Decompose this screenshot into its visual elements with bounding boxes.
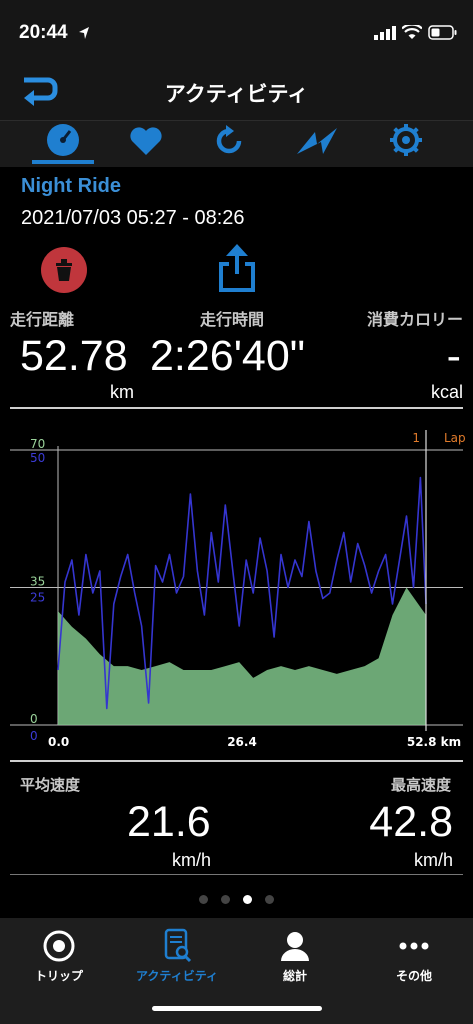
battery-icon: [428, 25, 457, 40]
elevation-tick-label: 35: [30, 575, 45, 589]
lap-number: 1: [412, 431, 420, 445]
more-icon: [399, 942, 429, 950]
home-indicator: [152, 1006, 322, 1011]
max-speed-label: 最高速度: [390, 776, 451, 794]
speed-tick-label: 25: [30, 591, 45, 605]
tab-gear[interactable]: [389, 123, 423, 157]
person-icon: [281, 932, 309, 961]
ride-name: Night Ride: [21, 175, 121, 197]
tab-heart-rate[interactable]: [128, 125, 164, 157]
time-label: 走行時間: [200, 310, 265, 329]
divider: [10, 760, 463, 762]
calories-unit: kcal: [430, 382, 463, 402]
x-tick-label: 0.0: [48, 735, 69, 749]
lightning-icon: [297, 128, 337, 154]
location-arrow-icon: [79, 27, 89, 39]
tab-cadence[interactable]: [212, 124, 246, 158]
avg-speed-unit: km/h: [172, 850, 212, 870]
share-button[interactable]: [217, 242, 257, 294]
status-time: 20:44: [19, 22, 68, 43]
rotate-icon: [216, 125, 242, 154]
max-speed-value: 42.8: [369, 798, 453, 846]
wifi-icon: [402, 25, 422, 39]
divider: [10, 874, 463, 875]
time-value: 2:26'40": [150, 332, 305, 380]
elevation-tick-label: 0: [30, 712, 38, 726]
nav-activity[interactable]: アクティビティ: [118, 928, 236, 984]
delete-button[interactable]: [40, 246, 88, 294]
nav-trip-label: トリップ: [34, 969, 83, 983]
target-icon: [43, 930, 75, 962]
speed-tick-label: 0: [30, 729, 38, 743]
tab-speed[interactable]: [44, 123, 82, 157]
nav-trip[interactable]: トリップ: [0, 928, 118, 984]
nav-total[interactable]: 総計: [236, 928, 354, 984]
nav-more-label: その他: [395, 969, 432, 983]
x-tick-label: 52.8 km: [407, 735, 461, 749]
distance-label: 走行距離: [10, 310, 75, 329]
distance-value: 52.78: [20, 332, 128, 380]
nav-total-label: 総計: [282, 969, 307, 983]
speedometer-icon: [47, 124, 79, 156]
gear-icon: [390, 124, 422, 156]
elevation-speed-chart: 1 Lap 70 35 0 50 25 0 0.0 26.4 52.8 km: [10, 430, 466, 749]
signal-icon: [374, 26, 396, 40]
heart-icon: [130, 127, 162, 155]
calories-value: -: [446, 332, 461, 380]
nav-more[interactable]: その他: [355, 928, 473, 984]
max-speed-unit: km/h: [413, 850, 453, 870]
activity-doc-icon: [164, 928, 192, 963]
divider: [10, 407, 463, 409]
page-dot[interactable]: [265, 895, 274, 904]
page-title: アクティビティ: [164, 82, 309, 106]
tab-power[interactable]: [295, 126, 341, 156]
page-dot[interactable]: [221, 895, 230, 904]
distance-unit: km: [110, 382, 134, 402]
calories-label: 消費カロリー: [366, 310, 463, 329]
nav-activity-label: アクティビティ: [136, 969, 218, 983]
page-dot-active[interactable]: [243, 895, 252, 904]
x-tick-label: 26.4: [227, 735, 257, 749]
elevation-tick-label: 70: [30, 437, 45, 451]
lap-label: Lap: [444, 431, 466, 445]
speed-tick-label: 50: [30, 451, 45, 465]
avg-speed-value: 21.6: [127, 798, 211, 846]
tab-active-underline: [32, 160, 94, 164]
page-dot[interactable]: [199, 895, 208, 904]
ride-datetime: 2021/07/03 05:27 - 08:26: [21, 207, 245, 229]
avg-speed-label: 平均速度: [20, 776, 81, 794]
